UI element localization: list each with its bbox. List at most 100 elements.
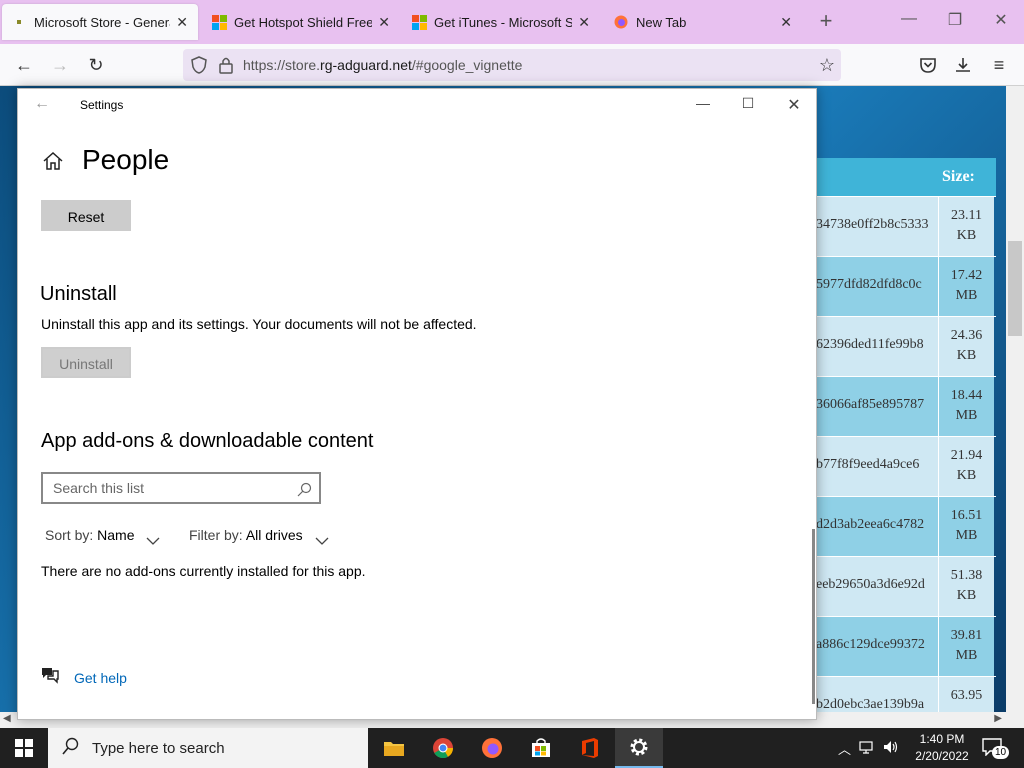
table-row[interactable]: 5977dfd82dfd8c0c 17.42 MB xyxy=(816,256,996,316)
back-arrow-icon[interactable]: ← xyxy=(11,52,37,78)
windows-taskbar: Type here to search ︿ 1:40 PM 2/20/2022 … xyxy=(0,728,1024,768)
size-column-header: Size: xyxy=(942,168,975,185)
tab-title: New Tab xyxy=(636,14,687,30)
hash-cell: eeb29650a3d6e92d xyxy=(816,557,938,616)
uninstall-description: Uninstall this app and its settings. You… xyxy=(41,316,477,332)
forward-arrow-icon[interactable]: → xyxy=(47,52,73,78)
size-unit: KB xyxy=(956,468,977,483)
get-help-text[interactable]: Get help xyxy=(74,670,127,686)
size-cell: 16.51 MB xyxy=(938,497,994,556)
taskbar-clock[interactable]: 1:40 PM 2/20/2022 xyxy=(912,731,972,765)
downloads-icon[interactable] xyxy=(950,52,976,78)
size-value: 17.42 xyxy=(950,268,983,283)
scroll-left-icon[interactable]: ◀ xyxy=(3,713,11,724)
clock-time: 1:40 PM xyxy=(919,732,965,746)
tab-new-tab[interactable]: New Tab ✕ xyxy=(604,4,802,40)
sort-value: Name xyxy=(97,527,135,543)
tab-title: Get Hotspot Shield Free VPN xyxy=(234,14,373,30)
scrollbar-thumb[interactable] xyxy=(1008,241,1022,336)
back-arrow-icon[interactable]: ← xyxy=(34,95,50,113)
uninstall-heading: Uninstall xyxy=(40,283,117,305)
search-icon[interactable] xyxy=(297,479,313,497)
table-row[interactable]: 62396ded11fe99b8 24.36 KB xyxy=(816,316,996,376)
close-tab-icon[interactable]: ✕ xyxy=(780,14,792,31)
settings-scrollbar[interactable] xyxy=(812,529,815,704)
size-cell: 51.38 KB xyxy=(938,557,994,616)
scroll-right-icon[interactable]: ▶ xyxy=(994,713,1002,724)
no-addons-message: There are no add-ons currently installed… xyxy=(41,563,366,579)
url-prefix: https://store. xyxy=(243,57,321,73)
size-value: 63.95 xyxy=(950,688,983,703)
size-unit: KB xyxy=(956,348,977,363)
size-unit: MB xyxy=(955,648,978,663)
tab-hotspot-shield[interactable]: Get Hotspot Shield Free VPN ✕ xyxy=(202,4,400,40)
table-row[interactable]: eeb29650a3d6e92d 51.38 KB xyxy=(816,556,996,616)
close-tab-icon[interactable]: ✕ xyxy=(578,14,590,31)
notification-center-icon[interactable]: 10 xyxy=(980,736,1010,760)
table-row[interactable]: b77f8f9eed4a9ce6 21.94 KB xyxy=(816,436,996,496)
hash-cell: b77f8f9eed4a9ce6 xyxy=(816,437,938,496)
windows-start-icon[interactable] xyxy=(0,728,48,768)
close-window-icon[interactable]: ✕ xyxy=(978,10,1024,30)
search-icon xyxy=(62,737,80,759)
address-bar[interactable]: https://store.rg-adguard.net/#google_vig… xyxy=(183,49,841,81)
maximize-icon[interactable]: ☐ xyxy=(733,95,763,112)
table-row[interactable]: b2d0ebc3ae139b9a 63.95 xyxy=(816,676,996,712)
get-help-link[interactable]: Get help xyxy=(40,666,127,689)
size-cell: 17.42 MB xyxy=(938,257,994,316)
volume-icon[interactable] xyxy=(883,740,899,757)
firefox-icon[interactable] xyxy=(468,728,516,768)
taskbar-search-box[interactable]: Type here to search xyxy=(48,728,368,768)
file-explorer-icon[interactable] xyxy=(370,728,418,768)
size-value: 51.38 xyxy=(950,568,983,583)
close-tab-icon[interactable]: ✕ xyxy=(378,14,390,31)
table-row[interactable]: d2d3ab2eea6c4782 16.51 MB xyxy=(816,496,996,556)
hash-cell: d2d3ab2eea6c4782 xyxy=(816,497,938,556)
home-icon[interactable] xyxy=(42,151,64,171)
page-title: People xyxy=(82,144,170,175)
reset-button[interactable]: Reset xyxy=(41,200,131,231)
pocket-icon[interactable] xyxy=(915,52,941,78)
table-row[interactable]: 36066af85e895787 18.44 MB xyxy=(816,376,996,436)
shield-icon[interactable] xyxy=(191,56,207,77)
page-vertical-scrollbar[interactable] xyxy=(1006,86,1024,712)
tab-microsoft-store-generation[interactable]: Microsoft Store - Generation Project ✕ xyxy=(2,4,198,40)
size-unit: MB xyxy=(955,528,978,543)
help-chat-icon xyxy=(40,666,60,689)
settings-title-bar: ← Settings — ☐ ✕ xyxy=(18,89,816,121)
minimize-icon[interactable]: — xyxy=(688,95,718,111)
microsoft-store-icon[interactable] xyxy=(517,728,565,768)
hash-cell: a886c129dce99372 xyxy=(816,617,938,676)
sort-dropdown[interactable]: Sort by: Name xyxy=(45,527,160,546)
size-value: 21.94 xyxy=(950,448,983,463)
size-cell: 39.81 MB xyxy=(938,617,994,676)
hash-cell: 34738e0ff2b8c5333 xyxy=(816,197,938,256)
bookmark-star-icon[interactable]: ☆ xyxy=(819,55,835,76)
office-icon[interactable] xyxy=(566,728,614,768)
size-value: 39.81 xyxy=(950,628,983,643)
restore-icon[interactable]: ❐ xyxy=(932,10,978,30)
new-tab-plus-icon[interactable]: + xyxy=(803,8,849,34)
filter-label: Filter by: xyxy=(189,527,243,543)
size-unit: KB xyxy=(956,588,977,603)
close-tab-icon[interactable]: ✕ xyxy=(176,14,188,31)
size-unit: MB xyxy=(955,288,978,303)
lock-icon[interactable] xyxy=(219,56,233,77)
reload-icon[interactable]: ↻ xyxy=(83,52,109,78)
minimize-icon[interactable]: — xyxy=(886,10,932,28)
size-value: 23.11 xyxy=(951,208,982,223)
chrome-icon[interactable] xyxy=(419,728,467,768)
uninstall-button[interactable]: Uninstall xyxy=(41,347,131,378)
system-tray: ︿ xyxy=(838,728,899,768)
settings-gear-icon[interactable] xyxy=(615,728,663,768)
addons-search-input[interactable]: Search this list xyxy=(41,472,321,504)
filter-dropdown[interactable]: Filter by: All drives xyxy=(189,527,329,546)
chevron-up-icon[interactable]: ︿ xyxy=(838,739,851,758)
chevron-down-icon xyxy=(146,532,160,546)
network-icon[interactable] xyxy=(859,740,875,757)
table-row[interactable]: a886c129dce99372 39.81 MB xyxy=(816,616,996,676)
table-row[interactable]: 34738e0ff2b8c5333 23.11 KB xyxy=(816,196,996,256)
close-icon[interactable]: ✕ xyxy=(779,95,809,115)
tab-get-itunes[interactable]: Get iTunes - Microsoft Store ✕ xyxy=(402,4,600,40)
hamburger-menu-icon[interactable]: ≡ xyxy=(986,52,1012,78)
